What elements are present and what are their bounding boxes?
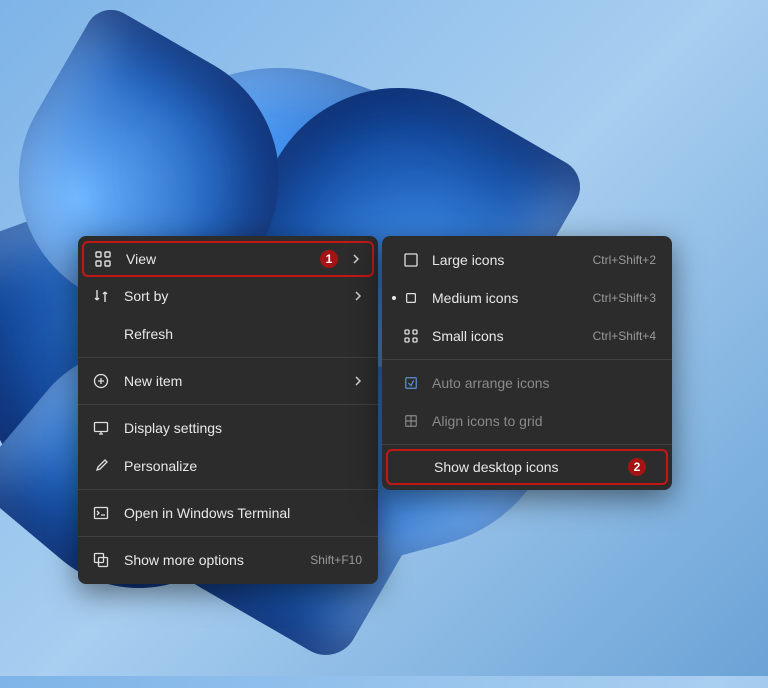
menu-new-item[interactable]: New item [78,362,378,400]
menu-refresh[interactable]: Refresh [78,315,378,353]
view-grid-icon [94,250,112,268]
display-icon [92,419,110,437]
submenu-large-label: Large icons [432,252,583,268]
submenu-medium-label: Medium icons [432,290,583,306]
menu-sort-label: Sort by [124,288,348,304]
auto-arrange-icon [402,374,420,392]
separator [78,357,378,358]
align-grid-icon [402,412,420,430]
submenu-show-desktop-label: Show desktop icons [434,459,620,475]
medium-icons-icon [402,289,420,307]
more-options-icon [92,551,110,569]
menu-personalize-label: Personalize [124,458,362,474]
desktop-context-menu: View 1 Sort by Refresh New item [78,236,378,584]
submenu-show-desktop-icons[interactable]: Show desktop icons 2 [386,449,668,485]
submenu-large-icons[interactable]: Large icons Ctrl+Shift+2 [382,241,672,279]
separator [382,444,672,445]
menu-more-options[interactable]: Show more options Shift+F10 [78,541,378,579]
submenu-align-grid[interactable]: Align icons to grid [382,402,672,440]
submenu-small-label: Small icons [432,328,583,344]
submenu-medium-shortcut: Ctrl+Shift+3 [593,291,656,305]
menu-new-label: New item [124,373,348,389]
menu-more-label: Show more options [124,552,300,568]
submenu-align-label: Align icons to grid [432,413,656,429]
menu-view-label: View [126,251,312,267]
chevron-right-icon [348,290,362,302]
submenu-large-shortcut: Ctrl+Shift+2 [593,253,656,267]
submenu-small-icons[interactable]: Small icons Ctrl+Shift+4 [382,317,672,355]
separator [382,359,672,360]
chevron-right-icon [346,253,360,265]
menu-display-label: Display settings [124,420,362,436]
plus-circle-icon [92,372,110,390]
submenu-auto-arrange-label: Auto arrange icons [432,375,656,391]
menu-more-shortcut: Shift+F10 [310,553,362,567]
chevron-right-icon [348,375,362,387]
menu-refresh-label: Refresh [124,326,362,342]
submenu-small-shortcut: Ctrl+Shift+4 [593,329,656,343]
submenu-auto-arrange[interactable]: Auto arrange icons [382,364,672,402]
selected-bullet-icon [388,296,400,300]
view-submenu: Large icons Ctrl+Shift+2 Medium icons Ct… [382,236,672,490]
menu-view[interactable]: View 1 [82,241,374,277]
large-icons-icon [402,251,420,269]
menu-terminal[interactable]: Open in Windows Terminal [78,494,378,532]
small-icons-icon [402,327,420,345]
brush-icon [92,457,110,475]
annotation-badge-2: 2 [628,458,646,476]
separator [78,404,378,405]
terminal-icon [92,504,110,522]
menu-personalize[interactable]: Personalize [78,447,378,485]
separator [78,489,378,490]
menu-sort-by[interactable]: Sort by [78,277,378,315]
annotation-badge-1: 1 [320,250,338,268]
sort-icon [92,287,110,305]
menu-terminal-label: Open in Windows Terminal [124,505,362,521]
submenu-medium-icons[interactable]: Medium icons Ctrl+Shift+3 [382,279,672,317]
menu-display-settings[interactable]: Display settings [78,409,378,447]
blank-icon [92,325,110,343]
separator [78,536,378,537]
